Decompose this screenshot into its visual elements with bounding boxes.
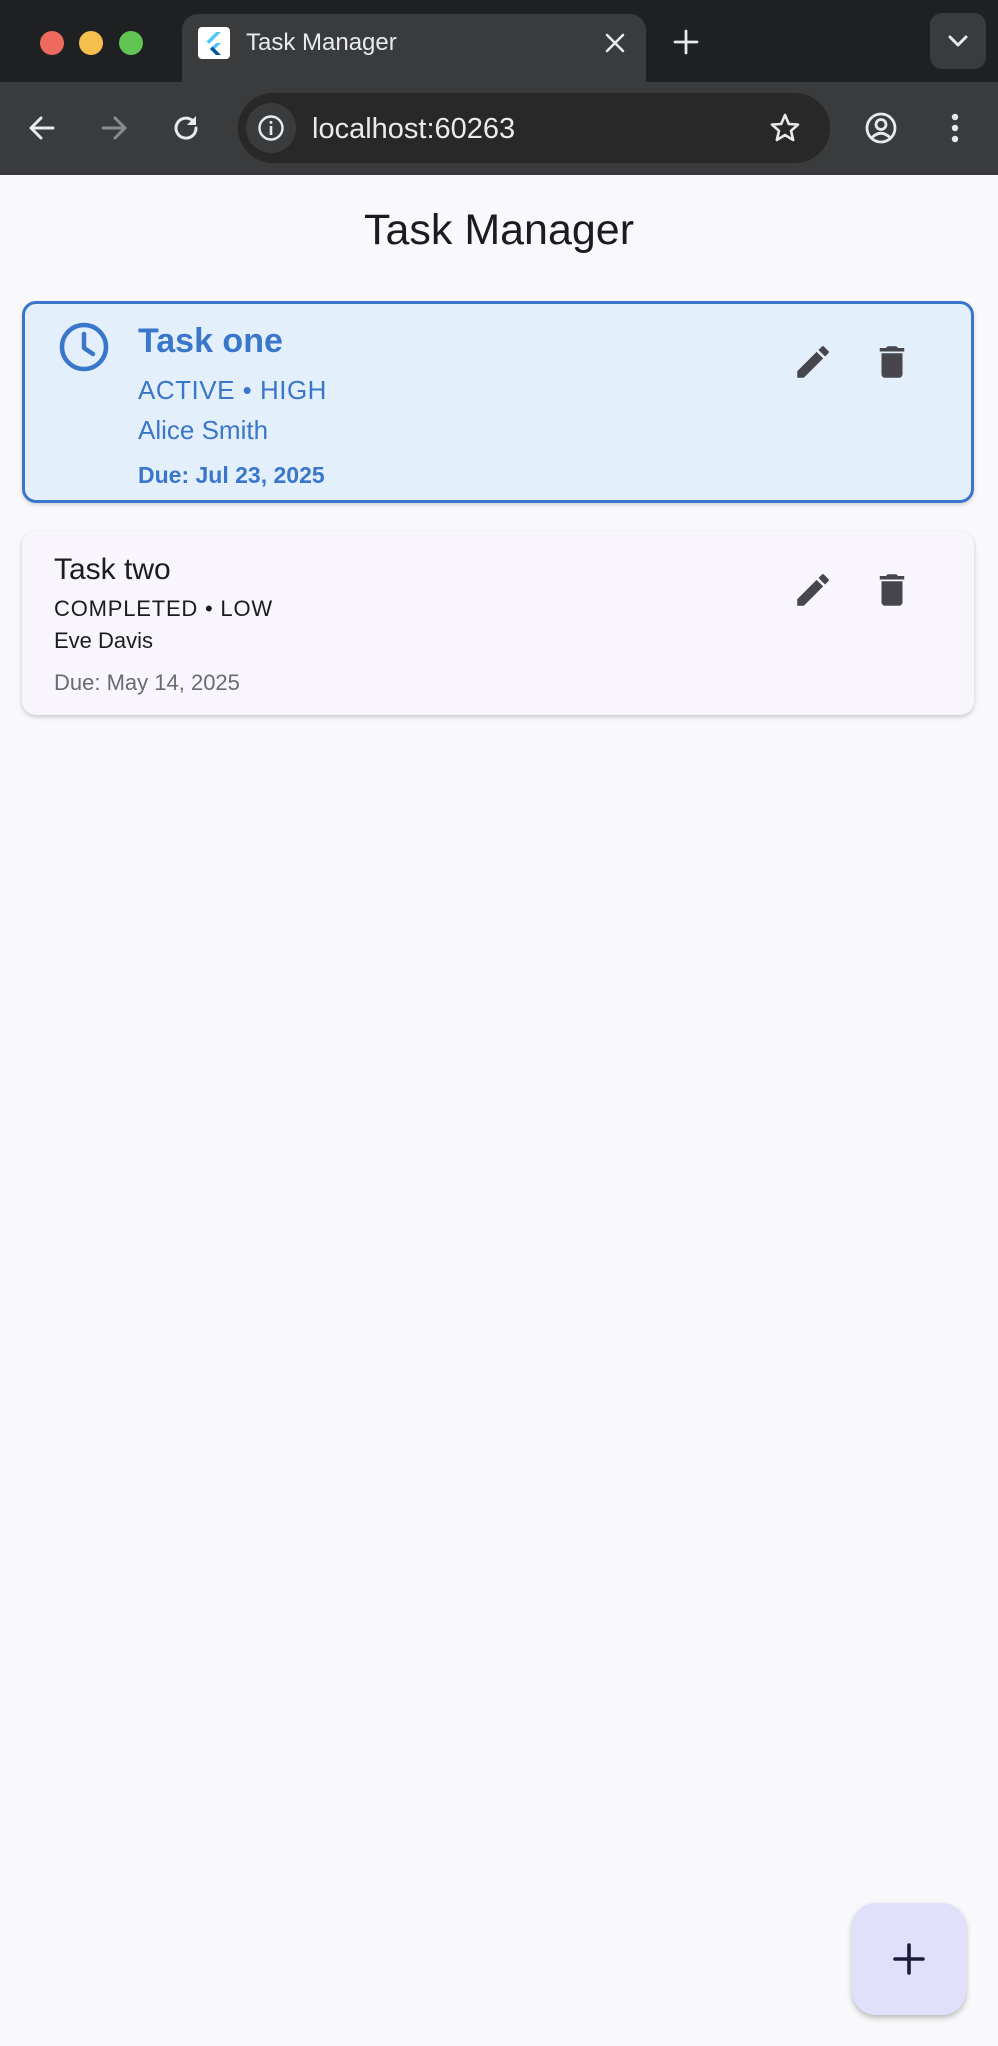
- task-due-date: Due: Jul 23, 2025: [138, 462, 325, 488]
- window-close-button[interactable]: [40, 31, 64, 55]
- info-icon[interactable]: [246, 103, 296, 153]
- plus-icon: [893, 1943, 925, 1975]
- reload-button[interactable]: [166, 108, 206, 148]
- edit-button[interactable]: [785, 562, 841, 618]
- arrow-left-icon: [29, 116, 55, 140]
- window-maximize-button[interactable]: [119, 31, 143, 55]
- trash-icon: [879, 574, 905, 606]
- task-status-priority: ACTIVE • HIGH: [138, 375, 327, 405]
- delete-button[interactable]: [864, 562, 920, 618]
- close-icon[interactable]: [598, 26, 632, 60]
- plus-icon: [673, 29, 699, 55]
- address-bar[interactable]: localhost:60263: [238, 93, 830, 163]
- back-button[interactable]: [22, 108, 62, 148]
- chevron-down-icon: [948, 35, 968, 47]
- app-body: Task Manager Task one ACTIVE • HIGH Alic…: [0, 175, 998, 2046]
- edit-button[interactable]: [785, 334, 841, 390]
- task-card[interactable]: Task two COMPLETED • LOW Eve Davis Due: …: [22, 531, 974, 715]
- add-task-button[interactable]: [852, 1903, 966, 2015]
- arrow-right-icon: [101, 116, 127, 140]
- reload-icon: [174, 116, 198, 140]
- page-title: Task Manager: [363, 206, 635, 254]
- tab-search-button[interactable]: [930, 13, 986, 69]
- url-text[interactable]: localhost:60263: [312, 112, 515, 146]
- star-icon[interactable]: [766, 109, 804, 147]
- clock-icon: [59, 322, 109, 372]
- pencil-icon: [797, 346, 829, 378]
- task-status-priority: COMPLETED • LOW: [54, 596, 273, 621]
- browser-tab[interactable]: Task Manager: [182, 14, 646, 82]
- task-assignee: Eve Davis: [54, 628, 154, 653]
- pencil-icon: [797, 574, 829, 606]
- more-vert-icon: [951, 113, 959, 143]
- account-icon: [865, 112, 897, 144]
- window-minimize-button[interactable]: [79, 31, 103, 55]
- tab-title: Task Manager: [246, 29, 397, 56]
- task-card[interactable]: Task one ACTIVE • HIGH Alice Smith Due: …: [22, 301, 974, 503]
- trash-icon: [879, 346, 905, 378]
- profile-button[interactable]: [861, 108, 901, 148]
- forward-button[interactable]: [94, 108, 134, 148]
- browser-tab-bar: Task Manager: [0, 0, 998, 82]
- task-title: Task one: [138, 322, 283, 360]
- task-due-date: Due: May 14, 2025: [54, 670, 240, 695]
- browser-toolbar: localhost:60263: [0, 82, 998, 175]
- flutter-logo-icon: [198, 27, 230, 59]
- browser-menu-button[interactable]: [935, 108, 975, 148]
- delete-button[interactable]: [864, 334, 920, 390]
- task-assignee: Alice Smith: [138, 415, 269, 445]
- task-title: Task two: [54, 553, 171, 586]
- new-tab-button[interactable]: [668, 24, 704, 60]
